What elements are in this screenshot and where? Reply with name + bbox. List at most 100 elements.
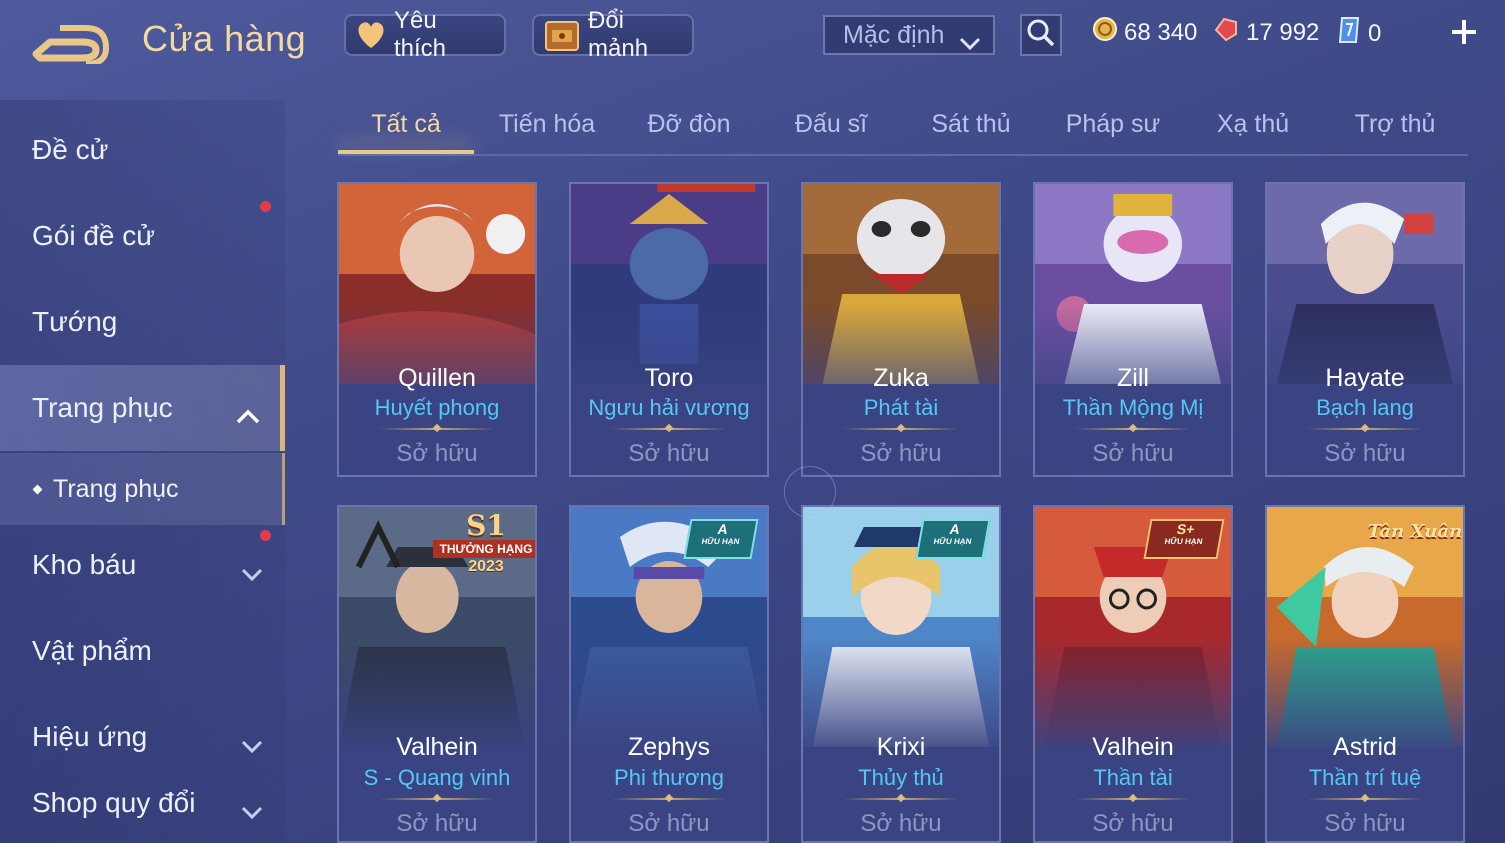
badge-tier: A [716, 521, 730, 537]
notification-dot [260, 201, 271, 212]
tab-tank[interactable]: Đỡ đòn [622, 110, 756, 139]
tab-assassin[interactable]: Sát thủ [904, 110, 1038, 139]
ownership-status: Sở hữu [1092, 440, 1174, 467]
tab-mage[interactable]: Pháp sư [1046, 110, 1180, 139]
sidebar-item-label: Trang phục [32, 392, 173, 423]
divider-diamond [432, 793, 442, 803]
sidebar-item-label: Hiệu ứng [32, 721, 148, 752]
badge-label: HỮU HẠN [1163, 537, 1204, 546]
limited-badge: S+ HỮU HẠN [1143, 519, 1225, 559]
gold-amount: 68 340 [1124, 18, 1198, 46]
divider-diamond [664, 793, 674, 803]
ownership-status: Sở hữu [396, 810, 478, 837]
badge-label: HỮU HẠN [932, 537, 973, 546]
sidebar-subitem-skins[interactable]: Trang phục [0, 453, 285, 525]
diamond-icon [1336, 16, 1362, 51]
chevron-down-icon [241, 795, 263, 827]
sort-dropdown[interactable]: Mặc định [823, 15, 995, 55]
sidebar-item-label: Kho báu [32, 549, 137, 580]
sidebar-item-treasure[interactable]: Kho báu [0, 525, 285, 605]
badge-year: 2023 [468, 558, 504, 575]
ownership-status: Sở hữu [1092, 810, 1174, 837]
skin-card[interactable]: Tân Xuân Astrid Thần trí tuệ Sở hữu [1265, 505, 1465, 843]
hero-name: Zill [1117, 364, 1149, 392]
tab-support[interactable]: Trợ thủ [1328, 110, 1462, 139]
chevron-down-icon [959, 29, 981, 58]
skin-name: Thần tài [1093, 765, 1173, 790]
search-button[interactable] [1020, 14, 1062, 56]
chest-icon [542, 18, 582, 52]
sidebar-item-heroes[interactable]: Tướng [0, 282, 285, 362]
skin-card[interactable]: Hayate Bạch lang Sở hữu [1265, 182, 1465, 477]
hero-name: Valhein [1092, 733, 1174, 761]
sidebar-subitem-label: Trang phục [53, 474, 179, 503]
badge-tier: S+ [1175, 521, 1196, 537]
divider-diamond [1360, 423, 1370, 433]
event-badge: Tân Xuân [1367, 521, 1463, 542]
back-arrow-icon[interactable] [30, 20, 110, 67]
add-currency-icon[interactable] [1448, 16, 1480, 48]
ownership-status: Sở hữu [628, 440, 710, 467]
skin-name: Phi thương [614, 765, 724, 790]
skin-card[interactable]: S+ HỮU HẠN Valhein Thần tài Sở hữu [1033, 505, 1233, 843]
rank-reward-badge: S1 THƯỞNG HẠNG 2023 [433, 509, 535, 576]
hero-name: Valhein [396, 733, 478, 761]
skin-card[interactable]: Zuka Phát tài Sở hữu [801, 182, 1001, 477]
sidebar-item-featured-bundles[interactable]: Gói đề cử [0, 196, 285, 276]
divider-diamond [432, 423, 442, 433]
skin-name: Thủy thủ [858, 765, 944, 790]
sidebar-item-skins[interactable]: Trang phục [0, 365, 285, 451]
touch-indicator [784, 466, 836, 518]
voucher-gem-icon [1212, 16, 1240, 49]
sidebar-item-label: Đề cử [32, 134, 109, 165]
sort-selected-value: Mặc định [843, 20, 945, 49]
sidebar-item-featured[interactable]: Đề cử [0, 110, 285, 190]
skin-card[interactable]: A HỮU HẠN Zephys Phi thương Sở hữu [569, 505, 769, 843]
favorites-button[interactable]: Yêu thích [344, 7, 506, 62]
hero-name: Zuka [873, 364, 929, 392]
page-title: Cửa hàng [142, 18, 307, 59]
skin-name: Thần Mộng Mị [1062, 395, 1204, 420]
sidebar-item-items[interactable]: Vật phẩm [0, 611, 285, 691]
ownership-status: Sở hữu [1324, 440, 1406, 467]
badge-season: S1 [466, 509, 506, 542]
top-bar: Cửa hàng Yêu thích Đổi mảnh Mặc định 68 … [0, 0, 1505, 80]
limited-badge: A HỮU HẠN [683, 519, 759, 559]
skin-card[interactable]: A HỮU HẠN Krixi Thủy thủ Sở hữu [801, 505, 1001, 843]
search-icon [1026, 18, 1056, 53]
heart-icon [354, 20, 388, 50]
ownership-status: Sở hữu [396, 440, 478, 467]
sidebar-item-exchange-shop[interactable]: Shop quy đổi [0, 763, 285, 843]
ownership-status: Sở hữu [860, 810, 942, 837]
gold-coin-icon [1092, 16, 1118, 49]
skin-name: Bạch lang [1316, 395, 1414, 420]
exchange-label: Đổi mảnh [588, 7, 649, 62]
badge-tier: A [948, 521, 962, 537]
tab-fighter[interactable]: Đấu sĩ [764, 110, 898, 139]
skin-card[interactable]: Zill Thần Mộng Mị Sở hữu [1033, 182, 1233, 477]
skin-card[interactable]: Quillen Huyết phong Sở hữu [337, 182, 537, 477]
ownership-status: Sở hữu [860, 440, 942, 467]
hero-name: Hayate [1325, 364, 1405, 392]
limited-badge: A HỮU HẠN [915, 519, 991, 559]
divider-diamond [1128, 793, 1138, 803]
tab-all[interactable]: Tất cả [338, 110, 474, 139]
chevron-down-icon [241, 729, 263, 761]
tab-evolution[interactable]: Tiến hóa [480, 110, 614, 139]
chevron-down-icon [241, 557, 263, 589]
badge-label: THƯỞNG HẠNG [433, 540, 535, 558]
hero-name: Quillen [398, 364, 476, 392]
skin-name: Huyết phong [374, 395, 500, 420]
skin-card[interactable]: Toro Ngưu hải vương Sở hữu [569, 182, 769, 477]
skin-name: Thần trí tuệ [1308, 765, 1422, 790]
exchange-shards-button[interactable]: Đổi mảnh [532, 7, 694, 62]
gem-amount: 0 [1368, 19, 1382, 47]
divider-diamond [896, 423, 906, 433]
gem-currency: 0 [1336, 16, 1381, 51]
tab-marksman[interactable]: Xạ thủ [1186, 110, 1320, 139]
hero-name: Zephys [628, 733, 710, 761]
skin-card[interactable]: S1 THƯỞNG HẠNG 2023 Valhein S - Quang vi… [337, 505, 537, 843]
divider-diamond [664, 423, 674, 433]
voucher-currency: 17 992 [1212, 16, 1319, 49]
hero-name: Toro [644, 364, 694, 392]
